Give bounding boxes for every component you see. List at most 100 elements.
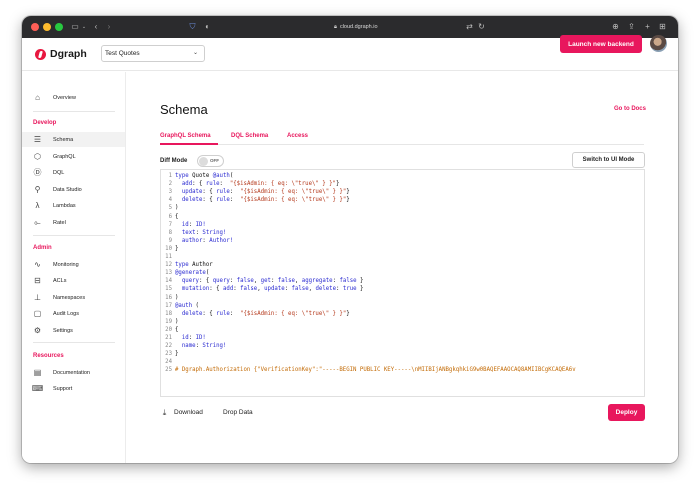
code-text: add: { rule: "{$isAdmin: { eq: \"true\" … <box>181 181 340 188</box>
section-title-resources: Resources <box>33 353 64 359</box>
avatar[interactable] <box>650 35 667 52</box>
forward-icon[interactable]: › <box>105 21 113 33</box>
main-content: Schema Go to Docs GraphQL Schema DQL Sch… <box>127 72 678 463</box>
database-icon: ☰ <box>33 135 42 144</box>
code-text: } <box>175 351 179 358</box>
deploy-button[interactable]: Deploy <box>608 404 645 421</box>
code-line: 23} <box>161 350 644 358</box>
chevron-down-icon[interactable]: ⌄ <box>81 21 87 33</box>
switch-to-ui-mode-button[interactable]: Switch to UI Mode <box>572 152 645 168</box>
code-text: @generate( <box>175 270 210 277</box>
line-number: 13 <box>165 270 172 277</box>
section-title-admin: Admin <box>33 245 52 251</box>
close-window-button[interactable] <box>31 23 39 31</box>
code-text: query: { query: false, get: false, aggre… <box>181 278 364 285</box>
backend-select[interactable]: Test Quotes ⌄ <box>101 45 205 62</box>
download-icon[interactable]: ⊕ <box>611 21 620 33</box>
line-number: 16 <box>165 294 172 301</box>
shield-icon[interactable]: ⛉ <box>188 21 197 33</box>
gear-icon: ⚙ <box>33 326 42 335</box>
code-text: type Author <box>175 262 213 269</box>
sidebar-item-settings[interactable]: ⚙ Settings <box>22 323 125 338</box>
code-text: { <box>175 326 179 333</box>
code-text: ) <box>175 294 179 301</box>
line-number: 21 <box>165 335 172 341</box>
privacy-icon[interactable]: ◐ <box>203 21 212 33</box>
sidebar-item-dql[interactable]: Ⓓ DQL <box>22 165 125 180</box>
dgraph-logo-icon <box>35 48 46 60</box>
sidebar-item-audit-logs[interactable]: ▢ Audit Logs <box>22 306 125 321</box>
toggle-state-text: OFF <box>210 158 219 163</box>
code-line: 10} <box>161 245 644 253</box>
sidebar-item-lambdas[interactable]: λ Lambdas <box>22 198 125 213</box>
backend-select-value: Test Quotes <box>105 50 140 57</box>
sidebar-item-label: Monitoring <box>53 261 79 268</box>
tab-dql-schema[interactable]: DQL Schema <box>231 133 268 139</box>
logo-text: Dgraph <box>50 48 87 60</box>
schema-code-editor[interactable]: 1 type Quote @auth(2 add: { rule: "{$isAd… <box>160 169 645 397</box>
toggle-knob <box>199 157 208 166</box>
download-icon: ⤓ <box>162 407 167 417</box>
line-number: 2 <box>168 181 172 188</box>
share-icon[interactable]: ⇪ <box>627 21 636 33</box>
tab-overview-icon[interactable]: ⊞ <box>658 21 667 33</box>
chat-icon: ⌨ <box>31 384 44 393</box>
code-text: name: String! <box>181 343 227 350</box>
tabs-divider <box>160 144 644 145</box>
line-number: 6 <box>168 213 172 220</box>
address-bar[interactable]: 🔒︎ cloud.dgraph.io <box>334 22 378 32</box>
hierarchy-icon: ⊥ <box>34 293 41 302</box>
download-button[interactable]: ⤓ Download <box>160 408 203 417</box>
code-line: 24 <box>161 358 644 366</box>
sidebar-item-namespaces[interactable]: ⊥ Namespaces <box>22 290 125 305</box>
translate-icon[interactable]: ⇄ <box>465 21 474 33</box>
diff-mode-toggle[interactable]: OFF <box>197 155 224 167</box>
code-text: id: ID! <box>181 335 206 341</box>
line-number: 8 <box>168 229 172 236</box>
sidebar-item-schema[interactable]: ☰ Schema <box>22 132 125 147</box>
sidebar-item-label: Ratel <box>53 219 66 226</box>
sidebar-item-overview[interactable]: ⌂ Overview <box>22 90 125 105</box>
sidebar-item-label: GraphQL <box>53 153 76 160</box>
new-tab-icon[interactable]: + <box>643 21 652 33</box>
sidebar-item-label: DQL <box>53 169 65 176</box>
graphql-icon: ⬡ <box>34 152 41 161</box>
go-to-docs-link[interactable]: Go to Docs <box>614 106 646 112</box>
code-line: 1 type Quote @auth( <box>161 172 644 180</box>
tab-graphql-schema[interactable]: GraphQL Schema <box>160 133 211 139</box>
tab-access[interactable]: Access <box>287 133 308 139</box>
code-text: author: Author! <box>181 237 234 244</box>
reload-icon[interactable]: ↻ <box>477 21 486 33</box>
dgraph-logo[interactable]: Dgraph <box>35 48 87 60</box>
launch-new-backend-button[interactable]: Launch new backend <box>560 35 642 53</box>
drop-data-button[interactable]: Drop Data <box>223 409 253 416</box>
chart-icon: ∿ <box>34 260 41 269</box>
back-icon[interactable]: ‹ <box>92 21 100 33</box>
code-line: 13 @generate( <box>161 269 644 277</box>
sidebar-item-label: Namespaces <box>53 294 86 301</box>
code-text: text: String! <box>181 229 227 236</box>
sidebar-item-data-studio[interactable]: ⚲ Data Studio <box>22 182 125 197</box>
sidebar-toggle-icon[interactable]: ▭ <box>70 21 80 33</box>
code-line: 12 type Author <box>161 261 644 269</box>
sidebar-item-graphql[interactable]: ⬡ GraphQL <box>22 149 125 164</box>
download-label: Download <box>174 409 203 416</box>
code-line: 14 query: { query: false, get: false, ag… <box>161 277 644 285</box>
lambda-icon: λ <box>35 201 40 210</box>
code-line: 16) <box>161 294 644 302</box>
zoom-window-button[interactable] <box>55 23 63 31</box>
sidebar-item-label: ACLs <box>53 277 67 284</box>
code-text: update: { rule: "{$isAdmin: { eq: \"true… <box>181 189 350 196</box>
sidebar-item-label: Documentation <box>53 369 90 376</box>
line-number: 1 <box>168 173 172 179</box>
minimize-window-button[interactable] <box>43 23 51 31</box>
sidebar-item-support[interactable]: ⌨ Support <box>22 381 125 396</box>
code-text: id: ID! <box>181 221 206 228</box>
sidebar-item-documentation[interactable]: ▤ Documentation <box>22 365 125 380</box>
chevron-down-icon: ⌄ <box>192 50 198 56</box>
code-line: 19) <box>161 318 644 326</box>
sidebar-item-monitoring[interactable]: ∿ Monitoring <box>22 257 125 272</box>
sidebar-item-acls[interactable]: ⊟ ACLs <box>22 273 125 288</box>
sidebar-item-ratel[interactable]: ⟜ Ratel <box>22 215 125 230</box>
line-number: 14 <box>165 278 172 285</box>
